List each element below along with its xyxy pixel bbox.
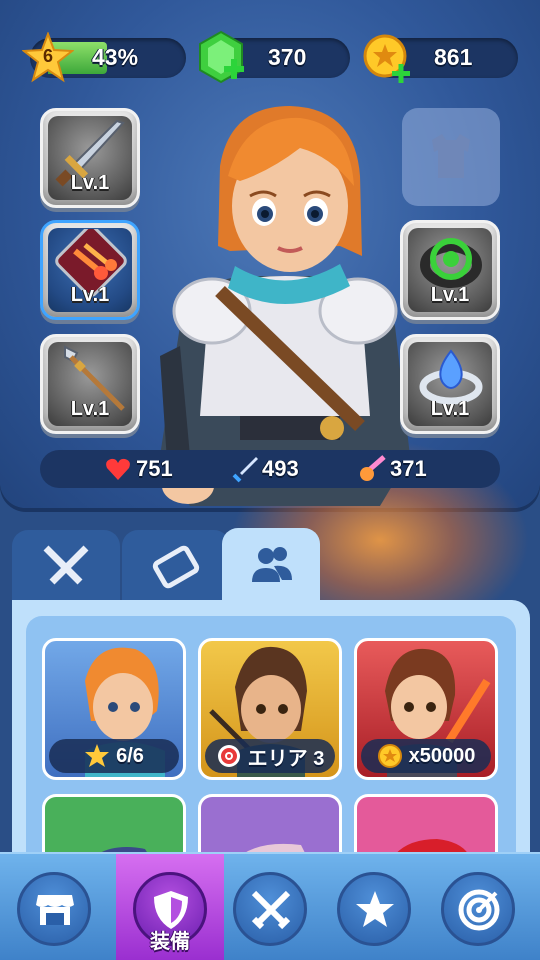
bottom-nav: 装備 (0, 854, 540, 960)
target-icon (217, 745, 240, 767)
hero-character (160, 106, 410, 506)
slot-level: Lv.1 (70, 284, 110, 306)
stat-attack: 493 (230, 450, 299, 488)
card-label-text: 6/6 (116, 744, 144, 767)
card-label: 6/6 (49, 739, 179, 773)
hero-portrait (98, 847, 149, 854)
tab-heroes[interactable] (222, 528, 320, 604)
nav-missions[interactable] (424, 854, 532, 960)
stat-hp: 751 (104, 450, 173, 488)
star-icon (85, 744, 110, 767)
hero-portrait (395, 839, 469, 854)
slot-level: Lv.1 (430, 284, 470, 306)
equip-slot-gem-ring[interactable]: Lv.1 (400, 334, 500, 434)
card-label: エリア 3 (205, 739, 335, 773)
equip-slot-spear[interactable]: Lv.1 (40, 334, 140, 434)
hero-card[interactable]: エリア 3 (198, 638, 342, 780)
equip-slot-ring[interactable]: Lv.1 (400, 220, 500, 320)
heart-icon (106, 458, 130, 480)
comet-icon (360, 455, 386, 481)
nav-battle[interactable] (216, 854, 324, 960)
tab-scrolls[interactable] (122, 530, 230, 602)
gem-counter[interactable]: 370 (199, 30, 350, 84)
xp-bar[interactable]: 6 43% (21, 31, 186, 83)
hero-card[interactable] (198, 794, 342, 854)
attack-sword-icon (232, 457, 258, 483)
crossed-swords-icon (251, 890, 291, 930)
hp-value: 751 (136, 456, 173, 481)
coin-icon (362, 33, 412, 83)
nav-favorites[interactable] (320, 854, 428, 960)
attack-value: 493 (262, 456, 299, 481)
users-icon (252, 547, 292, 582)
equip-slot-sword[interactable]: Lv.1 (40, 108, 140, 208)
tab-weapons[interactable] (12, 530, 120, 602)
nav-equipment[interactable]: 装備 (116, 854, 224, 960)
level-number: 6 (42, 46, 53, 66)
hero-card[interactable]: x50000 (354, 638, 498, 780)
nav-shop[interactable] (0, 854, 108, 960)
slot-level: Lv.1 (430, 398, 470, 420)
xp-percent: 43% (92, 44, 139, 70)
card-label-text: x50000 (408, 744, 476, 767)
level-star-icon: 6 (21, 31, 75, 84)
scroll-icon (152, 545, 200, 589)
shop-icon (36, 895, 74, 925)
gem-count: 370 (268, 44, 307, 70)
target-icon (458, 889, 500, 931)
stat-speed: 371 (358, 450, 427, 488)
nav-circle (17, 872, 91, 946)
card-label-text: エリア 3 (247, 747, 325, 770)
speed-value: 371 (390, 456, 427, 481)
hero-card[interactable]: 6/6 (42, 638, 186, 780)
hero-portrait (243, 843, 306, 854)
gem-icon (194, 30, 248, 86)
nav-circle (337, 872, 411, 946)
crossed-swords-icon (43, 545, 89, 585)
coin-icon (377, 744, 402, 768)
armor-icon (432, 134, 470, 178)
equip-slot-skill[interactable]: Lv.1 (40, 220, 140, 320)
coin-counter[interactable]: 861 (363, 34, 518, 83)
slot-level: Lv.1 (70, 172, 110, 194)
coin-count: 861 (434, 44, 473, 70)
star-icon (356, 891, 394, 927)
nav-label: 装備 (150, 929, 190, 953)
equip-slot-armor[interactable] (402, 108, 500, 206)
nav-circle (441, 872, 515, 946)
hero-card[interactable] (42, 794, 186, 854)
nav-circle (233, 872, 307, 946)
hero-card[interactable] (354, 794, 498, 854)
stats-bar: 751 493 371 (40, 450, 500, 488)
card-label: x50000 (361, 739, 491, 773)
slot-level: Lv.1 (70, 398, 110, 420)
